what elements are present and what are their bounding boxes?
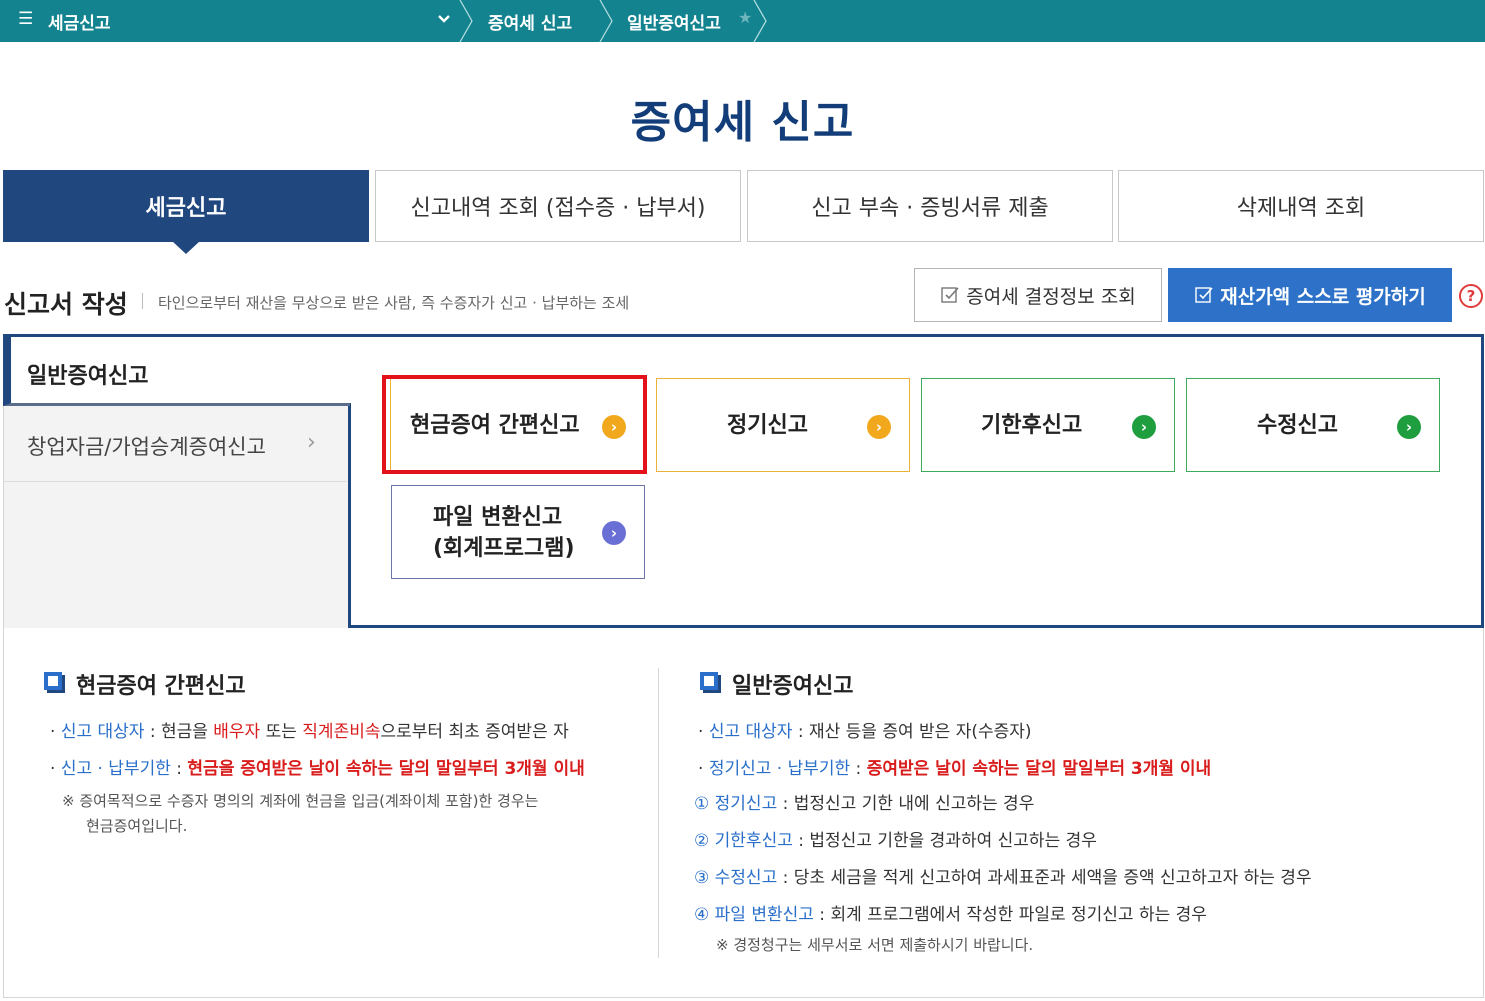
square-bullet-icon xyxy=(44,672,62,690)
item-number: ④ xyxy=(694,905,710,925)
section-divider xyxy=(142,293,143,309)
info-text: : 회계 프로그램에서 작성한 파일로 정기신고 하는 경우 xyxy=(813,905,1207,925)
section-title: 신고서 작성 xyxy=(4,290,128,319)
info-key: 신고 대상자 xyxy=(708,722,793,742)
help-icon[interactable]: ? xyxy=(1459,284,1483,308)
arrow-right-icon: › xyxy=(867,415,891,439)
file-conversion-filing-card[interactable]: 파일 변환신고 (회계프로그램) › xyxy=(391,485,645,579)
info-highlight: 증여받은 날이 속하는 달의 말일부터 3개월 이내 xyxy=(866,759,1212,779)
info-text: : 법정신고 기한을 경과하여 신고하는 경우 xyxy=(792,831,1097,851)
info-right-item-4: ④ 파일 변환신고 : 회계 프로그램에서 작성한 파일로 정기신고 하는 경우 xyxy=(694,900,1207,925)
edit-check-icon xyxy=(1195,287,1213,303)
info-right-line-1: · 신고 대상자 : 재산 등을 증여 받은 자(수증자) xyxy=(698,722,1032,742)
info-text: : 법정신고 기한 내에 신고하는 경우 xyxy=(777,794,1035,814)
info-text: : xyxy=(850,759,867,779)
info-left-note-1: ※ 증여목적으로 수증자 명의의 계좌에 현금을 입금(계좌이체 포함)한 경우… xyxy=(62,792,539,810)
edit-check-icon xyxy=(941,287,959,303)
top-nav-bar: ☰ 세금신고 증여세 신고 일반증여신고 ★ xyxy=(0,0,1485,42)
side-item-label: 창업자금/가업승계증여신고 xyxy=(27,435,266,459)
info-key: 정기신고 xyxy=(714,794,778,814)
chevron-right-icon: › xyxy=(307,430,316,455)
breadcrumb-separator xyxy=(599,0,613,42)
self-evaluate-property-label: 재산가액 스스로 평가하기 xyxy=(1220,285,1426,308)
tab-deleted-history[interactable]: 삭제내역 조회 xyxy=(1118,170,1484,242)
info-right-note: ※ 경정청구는 세무서로 서면 제출하시기 바랍니다. xyxy=(716,936,1034,954)
side-item-label: 일반증여신고 xyxy=(27,364,149,389)
side-item-startup-succession[interactable]: 창업자금/가업승계증여신고 › xyxy=(3,406,347,482)
info-text: : 현금을 xyxy=(144,722,214,742)
info-key: 기한후신고 xyxy=(714,831,793,851)
tab-filing-history[interactable]: 신고내역 조회 (접수증 · 납부서) xyxy=(375,170,741,242)
tab-tax-filing[interactable]: 세금신고 xyxy=(3,170,369,254)
card-sublabel: (회계프로그램) xyxy=(433,536,575,561)
card-label: 파일 변환신고 xyxy=(433,505,563,530)
regular-filing-card[interactable]: 정기신고 › xyxy=(656,378,910,472)
info-left-title: 현금증여 간편신고 xyxy=(76,674,246,699)
breadcrumb-separator xyxy=(753,0,767,42)
highlight-box xyxy=(382,375,647,474)
amended-filing-card[interactable]: 수정신고 › xyxy=(1186,378,1440,472)
arrow-right-icon: › xyxy=(1132,415,1156,439)
chevron-down-icon[interactable] xyxy=(436,11,452,27)
item-number: ① xyxy=(694,794,710,814)
star-icon[interactable]: ★ xyxy=(738,8,752,27)
info-key: 파일 변환신고 xyxy=(714,905,814,925)
info-text: 으로부터 최초 증여받은 자 xyxy=(380,722,569,742)
breadcrumb-general-gift[interactable]: 일반증여신고 xyxy=(627,9,721,34)
side-item-general-gift[interactable]: 일반증여신고 xyxy=(3,334,350,406)
card-label: 기한후신고 xyxy=(981,413,1083,438)
info-right-item-3: ③ 수정신고 : 당초 세금을 적게 신고하여 과세표준과 세액을 증액 신고하… xyxy=(694,863,1312,888)
info-highlight: 배우자 xyxy=(213,722,261,742)
gift-tax-decision-lookup-label: 증여세 결정정보 조회 xyxy=(966,285,1136,308)
info-right-line-2: · 정기신고 · 납부기한 : 증여받은 날이 속하는 달의 말일부터 3개월 … xyxy=(698,759,1212,779)
gift-tax-decision-lookup-button[interactable]: 증여세 결정정보 조회 xyxy=(914,268,1162,322)
info-text: : xyxy=(170,759,188,779)
info-right-item-2: ② 기한후신고 : 법정신고 기한을 경과하여 신고하는 경우 xyxy=(694,826,1097,851)
info-highlight: 직계존비속 xyxy=(302,722,381,742)
tab-attachments[interactable]: 신고 부속 · 증빙서류 제출 xyxy=(747,170,1113,242)
arrow-right-icon: › xyxy=(1397,415,1421,439)
info-key: 수정신고 xyxy=(714,868,778,888)
info-left-line-1: · 신고 대상자 : 현금을 배우자 또는 직계존비속으로부터 최초 증여받은 … xyxy=(50,722,569,742)
item-number: ③ xyxy=(694,868,710,888)
info-right-item-1: ① 정기신고 : 법정신고 기한 내에 신고하는 경우 xyxy=(694,789,1034,814)
card-label: 정기신고 xyxy=(727,413,808,438)
info-key: 정기신고 · 납부기한 xyxy=(708,759,851,779)
nav-title[interactable]: 세금신고 xyxy=(48,9,111,34)
arrow-right-icon: › xyxy=(602,521,626,545)
menu-icon[interactable]: ☰ xyxy=(18,9,33,29)
section-description: 타인으로부터 재산을 무상으로 받은 사람, 즉 수증자가 신고 · 납부하는 … xyxy=(158,294,630,312)
breadcrumb-separator xyxy=(459,0,473,42)
panel-connector xyxy=(345,337,353,403)
info-highlight: 현금을 증여받은 날이 속하는 달의 말일부터 3개월 이내 xyxy=(187,759,585,779)
info-key: 신고 대상자 xyxy=(60,722,145,742)
info-left-note-2: 현금증여입니다. xyxy=(86,817,188,835)
breadcrumb-gift-tax[interactable]: 증여세 신고 xyxy=(488,9,572,34)
info-divider xyxy=(658,668,659,958)
info-text: : 재산 등을 증여 받은 자(수증자) xyxy=(792,722,1032,742)
page-title: 증여세 신고 xyxy=(630,97,855,148)
item-number: ② xyxy=(694,831,710,851)
square-bullet-icon xyxy=(700,672,718,690)
info-key: 신고 · 납부기한 xyxy=(60,759,171,779)
info-text: : 당초 세금을 적게 신고하여 과세표준과 세액을 증액 신고하고자 하는 경… xyxy=(777,868,1312,888)
late-filing-card[interactable]: 기한후신고 › xyxy=(921,378,1175,472)
card-label: 수정신고 xyxy=(1257,413,1338,438)
info-text: 또는 xyxy=(260,722,303,742)
info-left-line-2: · 신고 · 납부기한 : 현금을 증여받은 날이 속하는 달의 말일부터 3개… xyxy=(50,759,585,779)
self-evaluate-property-button[interactable]: 재산가액 스스로 평가하기 xyxy=(1168,268,1452,322)
info-right-title: 일반증여신고 xyxy=(732,674,854,699)
